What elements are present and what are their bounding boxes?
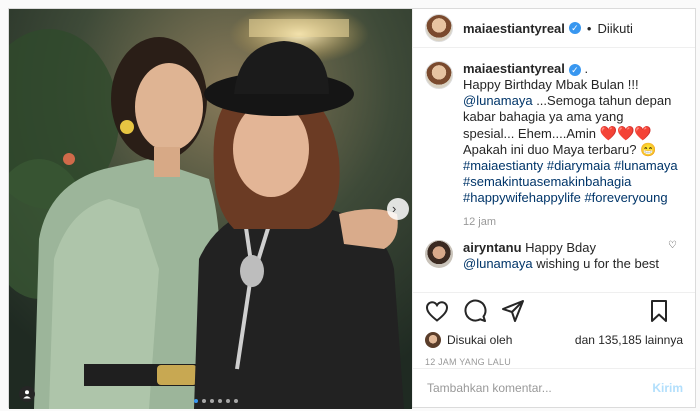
carousel-next-icon[interactable]: › (392, 201, 396, 217)
grin-emoji: 😁 (640, 142, 657, 157)
heart-emoji: ❤️❤️❤️ (599, 125, 652, 141)
likes-prefix: Disukai oleh (447, 333, 513, 347)
carousel-dot (210, 399, 214, 403)
comment-row: airyntanu Happy Bday @lunamaya wishing u… (425, 240, 683, 272)
comment-text-2: wishing u for the best (532, 256, 660, 271)
hashtag[interactable]: #happywifehappylife (463, 190, 581, 205)
separator-dot: • (586, 20, 592, 36)
hashtag[interactable]: #lunamaya (614, 158, 678, 173)
follow-status-button[interactable]: Diikuti (597, 21, 632, 36)
post-timestamp[interactable]: 12 JAM YANG LALU (425, 357, 511, 367)
hashtag[interactable]: #semakintuasemakinbahagia (463, 174, 631, 189)
comment-text-1: Happy Bday (525, 240, 596, 255)
caption-time[interactable]: 12 jam (463, 216, 683, 228)
bookmark-icon[interactable] (649, 299, 669, 328)
carousel-dot (202, 399, 206, 403)
add-comment-bar: Kirim (413, 368, 695, 407)
post-header: maiaestiantyreal ✓ • Diikuti (413, 9, 695, 48)
comment-like-icon[interactable]: ♡ (668, 240, 677, 251)
caption-username[interactable]: maiaestiantyreal (463, 61, 565, 76)
carousel-dot (226, 399, 230, 403)
liker-avatar[interactable] (425, 332, 441, 348)
carousel-dot (218, 399, 222, 403)
hashtag[interactable]: #diarymaia (547, 158, 611, 173)
carousel-dots (194, 399, 238, 403)
tagged-user-icon[interactable] (19, 386, 35, 402)
caption-row: maiaestiantyreal ✓ . Happy Birthday Mbak … (425, 61, 683, 206)
carousel-dot-active (194, 399, 198, 403)
likes-row: Disukai oleh dan 135,185 lainnya (425, 329, 683, 351)
caption-mention[interactable]: @lunamaya (463, 93, 533, 108)
post-photo[interactable]: › (9, 9, 412, 409)
comment-text: airyntanu Happy Bday @lunamaya wishing u… (463, 240, 678, 272)
verified-icon: ✓ (568, 63, 581, 76)
caption-dot: . (584, 61, 589, 76)
hashtag[interactable]: #maiaestianty (463, 158, 543, 173)
caption-line3: Apakah ini duo Maya terbaru? (463, 142, 641, 157)
comment-avatar[interactable] (425, 240, 453, 268)
verified-icon: ✓ (568, 22, 581, 34)
share-icon[interactable] (501, 299, 525, 328)
post-comment-button[interactable]: Kirim (652, 381, 683, 395)
likes-count[interactable]: dan 135,185 lainnya (575, 333, 683, 347)
action-bar (413, 292, 695, 333)
hashtag[interactable]: #foreveryoung (584, 190, 667, 205)
header-username[interactable]: maiaestiantyreal (463, 21, 565, 36)
avatar[interactable] (425, 14, 453, 42)
post-side-panel: maiaestiantyreal ✓ • Diikuti maiaestiant… (412, 9, 695, 407)
comment-username[interactable]: airyntanu (463, 240, 522, 255)
photo-illustration (9, 9, 412, 409)
caption-text: maiaestiantyreal ✓ . Happy Birthday Mbak … (463, 61, 678, 206)
caption-line1: Happy Birthday Mbak Bulan !!! (463, 77, 639, 92)
caption-avatar[interactable] (425, 61, 453, 89)
comment-input[interactable] (425, 380, 653, 396)
comment-mention[interactable]: @lunamaya (463, 256, 533, 271)
carousel-dot (234, 399, 238, 403)
post-card: › maiaestiantyreal ✓ • Diikuti maiaestia… (8, 8, 696, 409)
like-heart-icon[interactable] (425, 300, 449, 327)
comments-section: maiaestiantyreal ✓ . Happy Birthday Mbak … (413, 47, 695, 292)
comment-bubble-icon[interactable] (463, 299, 487, 328)
